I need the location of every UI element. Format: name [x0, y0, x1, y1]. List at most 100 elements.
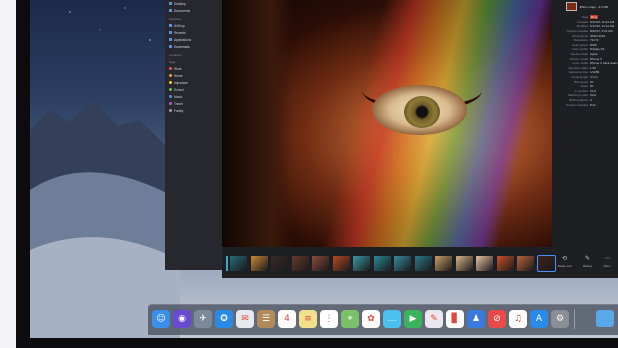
sidebar-item-downloads[interactable]: Downloads: [165, 43, 222, 50]
keynote-podium-icon[interactable]: ♟: [467, 310, 485, 328]
facetime-icon[interactable]: ▶: [404, 310, 422, 328]
messages-icon[interactable]: …: [383, 310, 401, 328]
inspector-row: Metering mode Spot: [552, 93, 618, 98]
launchpad-icon[interactable]: ✈: [194, 310, 212, 328]
dock-separator: [574, 309, 575, 329]
filmstrip-thumbnail[interactable]: [394, 255, 411, 271]
sidebar-tag-label: Music: [174, 94, 183, 99]
finder-icon[interactable]: ☺: [152, 310, 170, 328]
inspector-row: Resolution 72×72: [552, 38, 618, 43]
sidebar-tag-music[interactable]: Music: [165, 93, 222, 100]
filmstrip-thumbnail[interactable]: [517, 255, 534, 271]
safari-icon[interactable]: ✪: [215, 310, 233, 328]
inspector-key: Aperture value: [568, 65, 588, 70]
filmstrip-thumbnail[interactable]: [332, 255, 350, 271]
inspector-row: ISO speed 20: [552, 79, 618, 84]
sidebar-item-label: Applications: [174, 37, 192, 42]
sidebar-item-applications[interactable]: Applications: [165, 36, 222, 43]
filmstrip-thumbnail[interactable]: [373, 255, 391, 271]
sidebar-tag-family[interactable]: Family: [165, 107, 222, 114]
filmstrip-thumbnail[interactable]: [414, 255, 432, 271]
inspector-row: Flash No: [552, 84, 618, 89]
sidebar-item-documents[interactable]: Documents: [165, 7, 222, 14]
inspector-row: Color space RGB: [552, 43, 618, 48]
inspector-value: 72×72: [590, 38, 599, 43]
file-thumbnail: [566, 2, 577, 11]
inspector-value: 5/12/15, 11:24 AM: [590, 19, 615, 24]
inspector-key: Modified: [576, 24, 588, 29]
filmstrip-thumbnail[interactable]: [312, 255, 329, 271]
photos-icon[interactable]: ✿: [362, 310, 380, 328]
system-preferences-icon[interactable]: ⚙: [551, 310, 569, 328]
file-caption: JPEG image - 3.6 MB: [579, 4, 609, 9]
numbers-icon[interactable]: ▊: [446, 310, 464, 328]
inspector-row: Content created 8/22/17, 6:01 AM: [552, 29, 618, 34]
inspector-row: Created 5/12/15, 11:24 AM: [552, 20, 618, 25]
filmstrip-thumbnail[interactable]: [476, 255, 493, 271]
tag-dot-icon: [169, 81, 172, 84]
sidebar-item-desktop[interactable]: Desktop: [165, 0, 222, 7]
app-store-icon[interactable]: A: [530, 310, 548, 328]
inspector-key: Resolution: [573, 38, 588, 43]
inspector-row: Device make Apple: [552, 52, 618, 57]
sidebar-tag-travel[interactable]: Travel: [165, 100, 222, 107]
gallery-main-photo[interactable]: [222, 0, 552, 247]
filmstrip-thumbnail[interactable]: [353, 255, 370, 271]
sidebar-tag-label: Important: [174, 80, 188, 85]
filmstrip-thumbnail[interactable]: [230, 255, 247, 271]
filmstrip-thumbnail[interactable]: [271, 255, 288, 271]
inspector-row: White balance 0: [552, 98, 618, 103]
inspector-value: Display P3: [590, 47, 605, 52]
inspector-row: Dimensions 4032×3024: [552, 33, 618, 38]
inspector-value: 4032×3024: [590, 33, 606, 38]
inspector-value: 4 mm: [590, 75, 598, 80]
keynote-icon[interactable]: ✎: [425, 310, 443, 328]
quick-action-markup[interactable]: ✎ Markup: [583, 255, 592, 273]
inspector-row: Aperture value 1.69: [552, 66, 618, 71]
inspector-key: Color space: [571, 42, 588, 47]
sidebar-tag-label: Travel: [174, 101, 183, 106]
mail-icon[interactable]: ✉: [236, 310, 254, 328]
siri-icon[interactable]: ◉: [173, 310, 191, 328]
filmstrip-thumbnail[interactable]: [250, 255, 268, 271]
contacts-icon[interactable]: ☰: [257, 310, 275, 328]
inspector-key: Device model: [569, 56, 588, 61]
news-icon[interactable]: ⊘: [488, 310, 506, 328]
sidebar-tag-label: Home: [174, 73, 183, 78]
maps-icon[interactable]: ⌖: [341, 310, 359, 328]
inspector-value: Apple: [590, 52, 598, 57]
filmstrip-thumbnail[interactable]: [435, 255, 452, 271]
inspector-value: 1.69: [590, 65, 596, 70]
inspector-row: Lens modeliPhone X back dual camera 6mm …: [552, 61, 618, 66]
filmstrip-thumbnail[interactable]: [496, 255, 514, 271]
folder-icon: [169, 2, 172, 5]
inspector-key: Dimensions: [572, 33, 588, 38]
filmstrip-thumbnail[interactable]: [291, 255, 309, 271]
inspector-key: White balance: [568, 97, 588, 102]
sidebar-item-label: Recents: [174, 30, 186, 35]
tag-dot-icon: [169, 74, 172, 77]
inspector-row: Color profile Display P3: [552, 47, 618, 52]
sidebar-item-recents[interactable]: Recents: [165, 29, 222, 36]
quick-action-rotate-left[interactable]: ⟲ Rotate Left: [558, 255, 572, 273]
sidebar-tag-school[interactable]: School: [165, 86, 222, 93]
inspector-key: Lens model: [572, 61, 588, 66]
locations-header: Locations: [169, 53, 182, 57]
folder-icon: [169, 45, 172, 48]
sidebar-tag-work[interactable]: Work: [165, 65, 222, 72]
calendar-icon[interactable]: 4: [278, 310, 296, 328]
sidebar-item-airdrop[interactable]: AirDrop: [165, 22, 222, 29]
inspector-key: Content created: [566, 29, 588, 34]
notes-icon[interactable]: ≡: [299, 310, 317, 328]
tag-badge: Red: [590, 15, 598, 20]
folder-icon: [169, 24, 172, 27]
music-icon[interactable]: ♫: [509, 310, 527, 328]
desktop-wallpaper-dunes: [30, 100, 180, 338]
quick-action-more-[interactable]: ⋯ More...: [604, 255, 613, 273]
sidebar-tag-important[interactable]: Important: [165, 79, 222, 86]
inspector-key: Content Created: [565, 102, 588, 107]
sidebar-tag-home[interactable]: Home: [165, 72, 222, 79]
downloads-folder-icon[interactable]: [596, 310, 614, 327]
filmstrip-thumbnail[interactable]: [455, 255, 473, 271]
reminders-icon[interactable]: ⋮: [320, 310, 338, 328]
